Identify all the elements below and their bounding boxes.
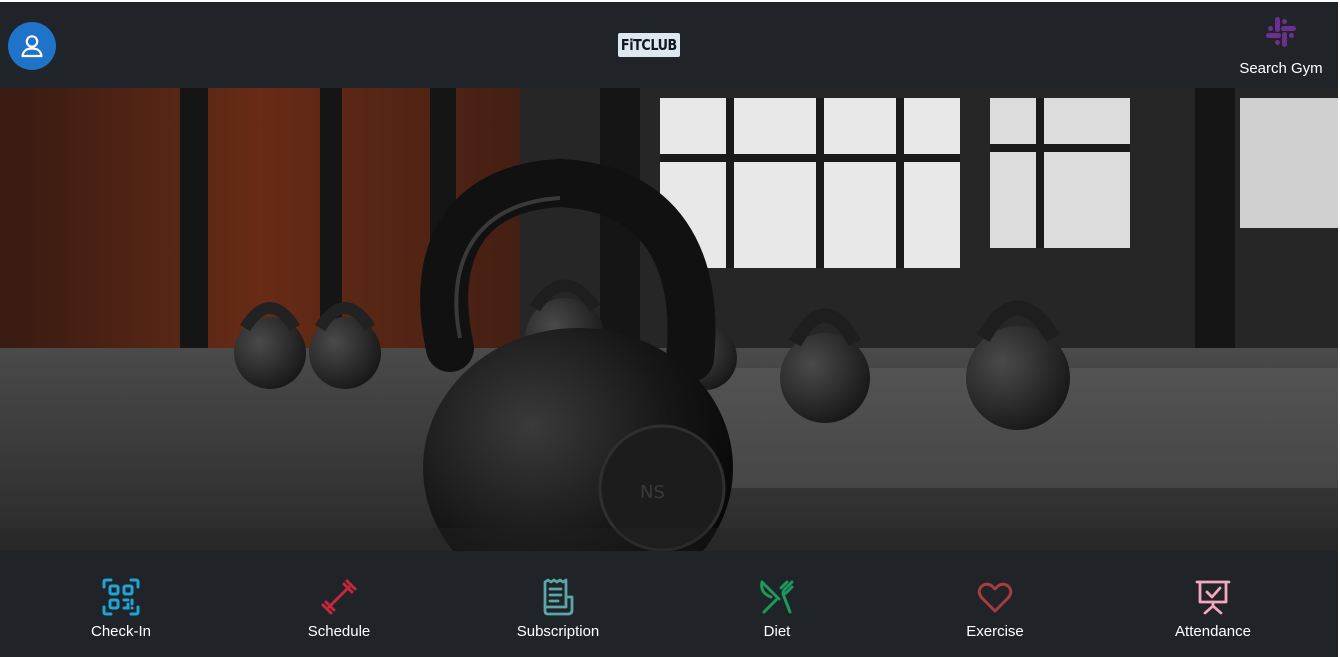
nav-check-in[interactable]: Check-In	[51, 577, 191, 640]
fork-knife-icon	[760, 580, 794, 614]
nav-subscription[interactable]: Subscription	[488, 577, 628, 640]
nav-diet-label: Diet	[763, 623, 791, 640]
svg-text:NS: NS	[640, 482, 665, 503]
bottom-navigation-bar: Check-In Schedule Subscription Diet Exer…	[0, 551, 1338, 657]
dumbbell-icon	[321, 579, 357, 615]
app-window: FiTCLUB Search Gym NS Check-In Schedule …	[0, 2, 1338, 657]
user-icon	[21, 35, 43, 58]
gym-kettlebell-photo: NS	[0, 88, 1338, 551]
hero-banner-image: NS	[0, 88, 1338, 551]
search-gym-button[interactable]: Search Gym	[1236, 14, 1326, 78]
qr-code-icon	[102, 578, 140, 616]
receipt-icon	[543, 578, 574, 616]
profile-avatar-button[interactable]	[8, 22, 56, 70]
nav-diet[interactable]: Diet	[707, 577, 847, 640]
search-gym-label: Search Gym	[1239, 60, 1323, 77]
nav-subscription-label: Subscription	[516, 623, 600, 640]
nav-attendance[interactable]: Attendance	[1143, 577, 1283, 640]
presentation-board-icon	[1195, 580, 1231, 615]
heart-icon	[977, 582, 1013, 613]
nav-schedule-label: Schedule	[307, 623, 371, 640]
brand-name: FiTCLUB	[621, 36, 677, 54]
nav-exercise-label: Exercise	[966, 623, 1024, 640]
nav-check-in-label: Check-In	[90, 623, 152, 640]
fitclub-logo[interactable]: FiTCLUB	[618, 33, 680, 57]
slack-hash-icon	[1266, 17, 1296, 47]
top-header: FiTCLUB Search Gym	[0, 2, 1338, 88]
nav-schedule[interactable]: Schedule	[269, 577, 409, 640]
nav-attendance-label: Attendance	[1175, 623, 1251, 640]
nav-exercise[interactable]: Exercise	[925, 577, 1065, 640]
